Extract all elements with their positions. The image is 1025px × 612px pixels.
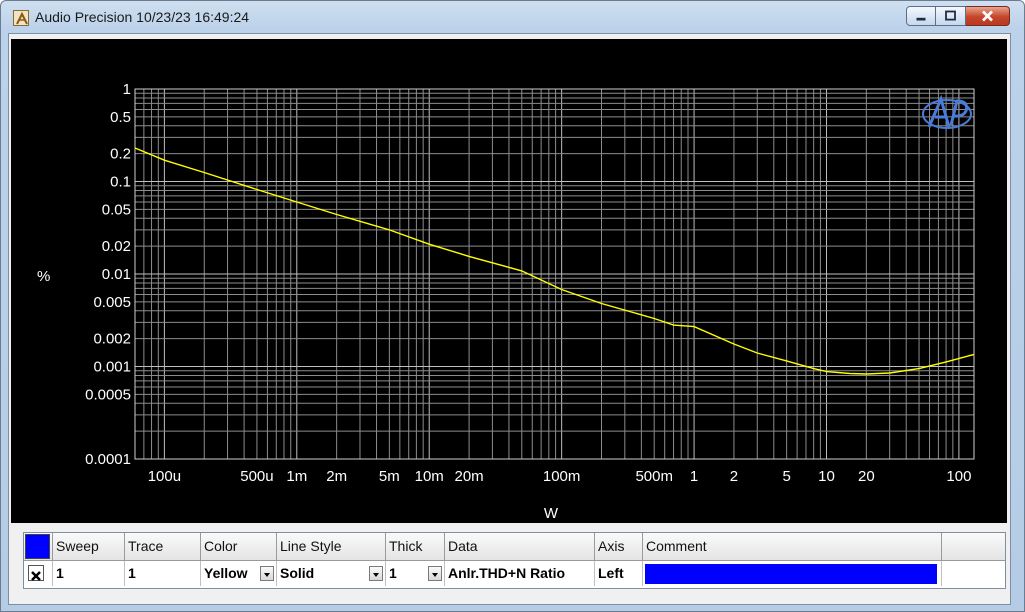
graph-panel[interactable]: 1 0.5 0.2 0.1 0.05 0.02 0.01 0.005 0.002 0.001 0.0… <box>11 39 1007 523</box>
x-tick-label: 5 <box>782 468 790 485</box>
x-tick-label: 20m <box>454 468 483 485</box>
cell-color-value: Yellow <box>204 565 248 581</box>
comment-input[interactable] <box>645 564 937 584</box>
title-bar[interactable]: Audio Precision 10/23/23 16:49:24 <box>1 1 1024 35</box>
dropdown-arrow-icon <box>373 573 379 577</box>
checkbox-x-icon <box>31 571 41 581</box>
column-header-trace[interactable]: Trace <box>125 533 201 560</box>
y-axis-label: % <box>37 268 50 285</box>
cell-axis[interactable]: Left <box>595 561 643 586</box>
grid-lines <box>134 88 975 460</box>
line-style-dropdown-button[interactable] <box>369 566 383 581</box>
app-window: Audio Precision 10/23/23 16:49:24 1 0.5 0.… <box>0 0 1025 612</box>
window-title: Audio Precision 10/23/23 16:49:24 <box>35 9 250 25</box>
column-header-spacer <box>942 533 1005 560</box>
trace-table-header: Sweep Trace Color Line Style Thick Data … <box>24 533 1005 561</box>
cell-color-select[interactable]: Yellow <box>201 561 277 586</box>
close-button[interactable] <box>966 6 1010 26</box>
cell-thick-select[interactable]: 1 <box>386 561 445 586</box>
trace-table-row[interactable]: 1 1 Yellow Solid 1 Anlr.THD+N Ratio Left <box>24 561 1005 586</box>
maximize-icon <box>945 10 956 21</box>
minimize-icon <box>916 17 926 21</box>
y-tick-label: 0.005 <box>93 294 131 311</box>
y-axis-ticks: 1 0.5 0.2 0.1 0.05 0.02 0.01 0.005 0.002 0.001 0.0… <box>85 81 131 468</box>
close-icon <box>982 10 993 22</box>
x-axis-ticks: 100u 500u 1m 2m 5m 10m 20m 100m 500m 1 2 5 10 20 100 <box>148 468 972 485</box>
header-color-swatch-cell[interactable] <box>24 533 53 560</box>
column-header-line-style[interactable]: Line Style <box>277 533 386 560</box>
column-header-data[interactable]: Data <box>445 533 595 560</box>
x-tick-label: 100m <box>543 468 581 485</box>
trace-table[interactable]: Sweep Trace Color Line Style Thick Data … <box>23 532 1006 589</box>
y-tick-label: 0.2 <box>110 146 131 163</box>
column-header-sweep[interactable]: Sweep <box>53 533 125 560</box>
minimize-button[interactable] <box>906 6 936 26</box>
cell-sweep[interactable]: 1 <box>53 561 125 586</box>
x-tick-label: 500m <box>635 468 673 485</box>
color-dropdown-button[interactable] <box>260 566 274 581</box>
cell-data[interactable]: Anlr.THD+N Ratio <box>445 561 595 586</box>
y-tick-label: 0.0005 <box>85 386 131 403</box>
audio-precision-app-icon[interactable] <box>13 10 29 26</box>
y-tick-label: 0.001 <box>93 359 131 376</box>
x-tick-label: 20 <box>858 468 875 485</box>
maximize-button[interactable] <box>936 6 966 26</box>
x-tick-label: 5m <box>379 468 400 485</box>
x-tick-label: 1m <box>286 468 307 485</box>
y-tick-label: 1 <box>123 81 131 98</box>
x-tick-label: 100u <box>148 468 181 485</box>
x-tick-label: 500u <box>240 468 273 485</box>
header-color-swatch[interactable] <box>25 534 50 559</box>
y-tick-label: 0.1 <box>110 174 131 191</box>
thick-dropdown-button[interactable] <box>428 566 442 581</box>
column-header-axis[interactable]: Axis <box>595 533 643 560</box>
cell-line-style-select[interactable]: Solid <box>277 561 386 586</box>
thd-n-chart[interactable]: 1 0.5 0.2 0.1 0.05 0.02 0.01 0.005 0.002 0.001 0.0… <box>11 39 1007 523</box>
cell-comment[interactable] <box>643 561 942 586</box>
column-header-color[interactable]: Color <box>201 533 277 560</box>
y-tick-label: 0.02 <box>102 238 131 255</box>
x-tick-label: 10 <box>818 468 835 485</box>
y-tick-label: 0.01 <box>102 266 131 283</box>
column-header-thick[interactable]: Thick <box>386 533 445 560</box>
x-tick-label: 1 <box>690 468 698 485</box>
cell-line-style-value: Solid <box>280 565 315 581</box>
trace-enable-checkbox[interactable] <box>28 565 44 581</box>
x-tick-label: 2m <box>326 468 347 485</box>
y-tick-label: 0.002 <box>93 331 131 348</box>
x-tick-label: 10m <box>415 468 444 485</box>
x-axis-label: W <box>544 505 559 522</box>
x-tick-label: 100 <box>946 468 971 485</box>
cell-trace[interactable]: 1 <box>125 561 201 586</box>
cell-thick-value: 1 <box>389 565 397 581</box>
y-tick-label: 0.05 <box>102 201 131 218</box>
dropdown-arrow-icon <box>432 573 438 577</box>
y-tick-label: 0.0001 <box>85 451 131 468</box>
x-tick-label: 2 <box>730 468 738 485</box>
dropdown-arrow-icon <box>264 573 270 577</box>
trace-enable-cell[interactable] <box>24 561 53 586</box>
column-header-comment[interactable]: Comment <box>643 533 942 560</box>
y-tick-label: 0.5 <box>110 109 131 126</box>
